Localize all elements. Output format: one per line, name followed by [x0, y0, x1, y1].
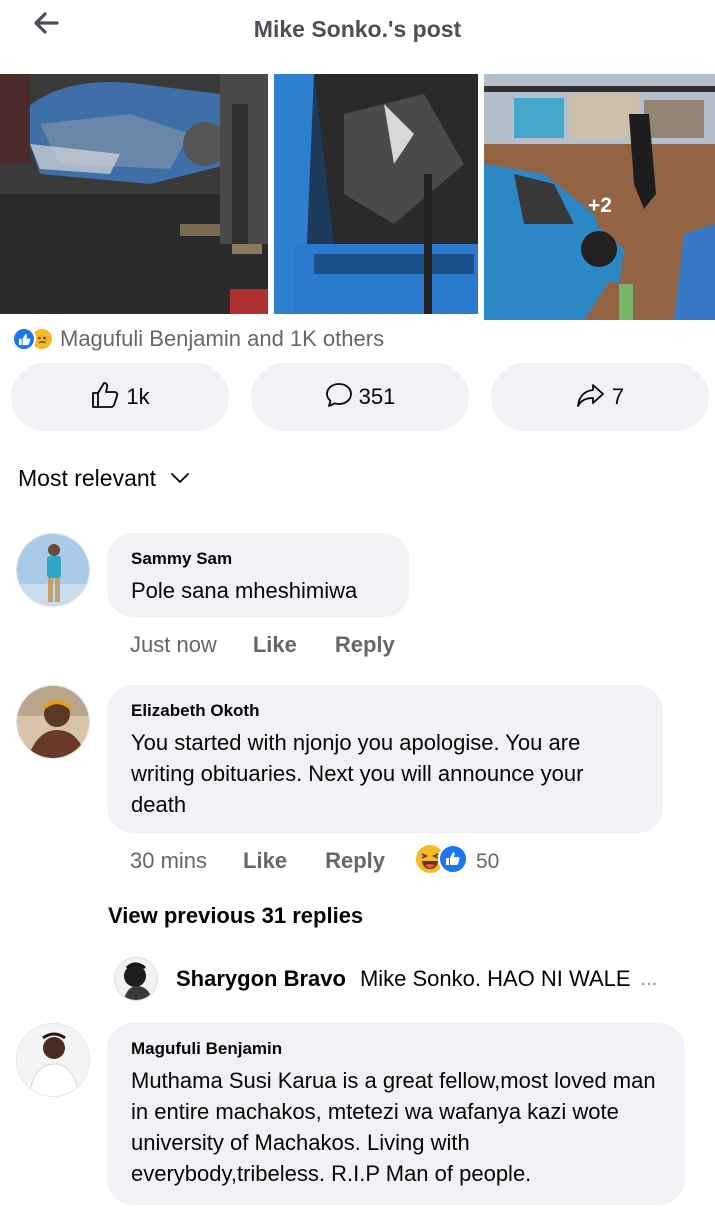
post-photo-1[interactable] — [0, 74, 268, 314]
reply-ellipsis: ... — [640, 967, 658, 990]
reactions-summary[interactable]: Magufuli Benjamin and 1K others — [12, 324, 384, 354]
comment-text: Pole sana mheshimiwa — [131, 578, 358, 603]
comment-count: 351 — [358, 384, 396, 409]
page-title: Mike Sonko.'s post — [253, 16, 462, 42]
comment-reply-link[interactable]: Reply — [325, 848, 385, 874]
view-previous-replies-link[interactable]: View previous 31 replies — [108, 903, 363, 929]
share-arrow-icon — [576, 382, 606, 413]
comment-text: Muthama Susi Karua is a great fellow,mos… — [131, 1068, 656, 1186]
avatar[interactable] — [114, 957, 158, 1001]
reply-preview[interactable]: Sharygon Bravo Mike Sonko. HAO NI WALE .… — [114, 956, 704, 1002]
comment-text: You started with njonjo you apologise. Y… — [131, 730, 584, 817]
like-count: 1k — [126, 384, 150, 409]
comment-bubble[interactable]: Magufuli Benjamin Muthama Susi Karua is … — [107, 1023, 685, 1205]
comment-reaction-count: 50 — [476, 849, 500, 873]
comment-sort-dropdown[interactable]: Most relevant — [18, 465, 190, 492]
comment-author[interactable]: Sammy Sam — [131, 549, 385, 569]
avatar[interactable] — [16, 533, 90, 607]
top-bar: Mike Sonko.'s post — [0, 0, 715, 70]
comment-like-link[interactable]: Like — [253, 632, 297, 658]
comment-button[interactable]: 351 — [251, 363, 469, 431]
comment-reply-link[interactable]: Reply — [335, 632, 395, 658]
comment-bubble-icon — [325, 381, 353, 414]
comment-meta: Just now Like Reply — [130, 632, 433, 658]
comment-bubble[interactable]: Sammy Sam Pole sana mheshimiwa — [107, 533, 409, 617]
like-button[interactable]: 1k — [11, 363, 229, 431]
avatar[interactable] — [16, 1023, 90, 1097]
like-reaction-icon — [12, 327, 36, 351]
reactions-summary-text: Magufuli Benjamin and 1K others — [60, 326, 385, 351]
like-reaction-icon — [438, 844, 468, 879]
post-photo-grid: +2 — [0, 74, 715, 320]
reply-text: Mike Sonko. HAO NI WALE — [359, 966, 631, 991]
avatar[interactable] — [16, 685, 90, 759]
chevron-down-icon — [170, 471, 190, 489]
share-count: 7 — [611, 384, 625, 409]
post-photo-2[interactable] — [274, 74, 478, 314]
comment-author[interactable]: Elizabeth Okoth — [131, 701, 639, 721]
post-photo-3[interactable]: +2 — [484, 74, 715, 320]
share-button[interactable]: 7 — [491, 363, 709, 431]
comment-time: Just now — [130, 632, 217, 657]
comment-time: 30 mins — [130, 848, 208, 873]
thumbs-up-icon — [90, 381, 120, 414]
reply-author[interactable]: Sharygon Bravo — [176, 966, 346, 992]
comment-bubble[interactable]: Elizabeth Okoth You started with njonjo … — [107, 685, 663, 833]
comment-like-link[interactable]: Like — [243, 848, 287, 874]
more-photos-count: +2 — [588, 194, 612, 217]
comment-reactions-badge[interactable]: 50 — [414, 843, 499, 880]
comment-meta: 30 mins Like Reply — [130, 848, 423, 874]
comment-author[interactable]: Magufuli Benjamin — [131, 1039, 661, 1059]
sort-label: Most relevant — [18, 465, 157, 491]
